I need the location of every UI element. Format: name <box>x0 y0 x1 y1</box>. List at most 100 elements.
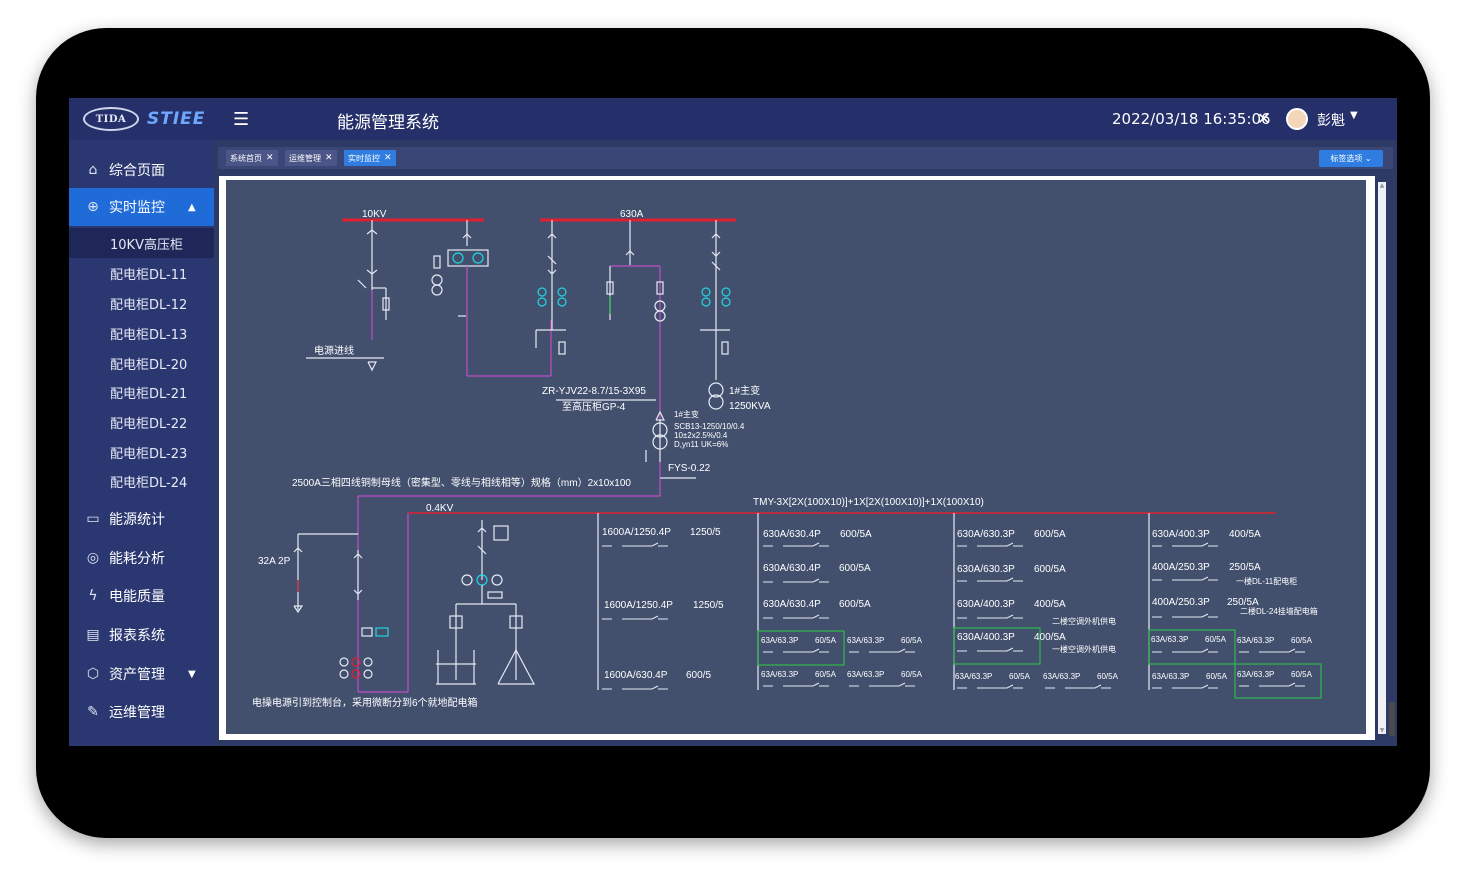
sidebar-subitem-dl21[interactable]: 配电柜DL-21 <box>69 377 214 407</box>
breaker-rating: 630A/400.3P <box>1152 529 1210 540</box>
small-breaker-rating: 63A/63.3P <box>761 670 798 679</box>
fullscreen-icon[interactable]: ✕ <box>1257 109 1270 128</box>
sidebar-item-energy-analysis[interactable]: ◎ 能耗分析 <box>69 539 214 577</box>
ct-ratio: 600/5A <box>840 529 872 540</box>
small-ct: 60/5A <box>815 636 837 645</box>
tab-label: 运维管理 <box>289 153 321 163</box>
close-icon[interactable]: ✕ <box>384 153 392 163</box>
ct-ratio: 600/5A <box>1034 529 1066 540</box>
ct-ratio: 250/5A <box>1229 562 1261 573</box>
breaker-rating: 630A/630.3P <box>957 564 1015 575</box>
diagram-svg: 10KV 630A 电源进线 ZR-YJV22-8.7/15-3X95 至高压柜… <box>252 209 1322 709</box>
fys-label: FYS-0.22 <box>668 463 711 474</box>
vertical-scrollbar[interactable]: ▲ ▼ <box>1378 182 1386 734</box>
sidebar-subitem-dl11[interactable]: 配电柜DL-11 <box>69 258 214 288</box>
tab-home[interactable]: 系统首页 ✕ <box>226 150 278 166</box>
breaker-rating: 630A/630.4P <box>763 563 821 574</box>
sidebar-subitem-dl12[interactable]: 配电柜DL-12 <box>69 288 214 318</box>
transformer-name: 1#主变 <box>729 384 760 397</box>
feeder-note: 一楼空调外机供电 <box>1052 644 1116 654</box>
scroll-up-icon[interactable]: ▲ <box>1378 182 1386 189</box>
cube-icon: ⬡ <box>86 666 100 682</box>
sidebar-subitem-10kv[interactable]: 10KV高压柜 <box>69 228 214 258</box>
top-bar: TIDA STIEE ☰ 能源管理系统 2022/03/18 16:35:06 … <box>69 98 1397 140</box>
small-breaker-rating: 63A/63.3P <box>1237 636 1274 645</box>
stats-icon: ▭ <box>86 511 100 527</box>
logo: TIDA STIEE <box>83 106 205 132</box>
sidebar-subitem-dl23[interactable]: 配电柜DL-23 <box>69 437 214 467</box>
ct-ratio: 600/5A <box>839 599 871 610</box>
sidebar-item-reports[interactable]: ▤ 报表系统 <box>69 616 214 654</box>
outgoing-feeder-2 <box>700 220 731 410</box>
sidebar-item-overview[interactable]: ⌂ 综合页面 <box>69 151 214 189</box>
close-icon[interactable]: ✕ <box>325 153 333 163</box>
transformer-spec-1: SCB13-1250/10/0.4 <box>674 422 745 431</box>
ct-ratio: 600/5 <box>686 670 711 681</box>
user-dropdown-icon[interactable]: ▼ <box>1350 110 1358 121</box>
scroll-down-icon[interactable]: ▼ <box>1378 727 1386 734</box>
sidebar-item-assets[interactable]: ⬡ 资产管理 ▼ <box>69 655 214 693</box>
username[interactable]: 彭魁 <box>1317 110 1345 130</box>
bus-04kv-label: 0.4KV <box>426 503 454 514</box>
tab-realtime[interactable]: 实时监控 ✕ <box>344 150 396 166</box>
ct-ratio: 600/5A <box>1034 564 1066 575</box>
cable-target-label: 至高压柜GP-4 <box>562 400 626 413</box>
sidebar-item-maintenance[interactable]: ✎ 运维管理 <box>69 693 214 731</box>
sidebar-subitem-dl22[interactable]: 配电柜DL-22 <box>69 407 214 437</box>
sidebar-item-label: 运维管理 <box>109 705 165 721</box>
sidebar-subitem-label: 配电柜DL-21 <box>110 386 188 402</box>
transformer-small-name: 1#主变 <box>674 409 699 419</box>
sidebar-item-label: 电能质量 <box>109 589 165 605</box>
small-breaker-rating: 63A/63.3P <box>1237 670 1274 679</box>
sidebar-subitem-label: 配电柜DL-23 <box>110 446 188 462</box>
tab-bar: 系统首页 ✕ 运维管理 ✕ 实时监控 ✕ 标签选项 ⌄ <box>214 140 1397 174</box>
ct-ratio: 1250/5 <box>690 527 721 538</box>
single-line-diagram: 10KV 630A 电源进线 ZR-YJV22-8.7/15-3X95 至高压柜… <box>226 180 1366 734</box>
ct-ratio: 400/5A <box>1034 632 1066 643</box>
tag-options-button[interactable]: 标签选项 ⌄ <box>1319 150 1383 167</box>
breaker-32a <box>293 533 358 614</box>
small-breaker-rating: 63A/63.3P <box>847 636 884 645</box>
sidebar-item-realtime-monitor[interactable]: ⊕ 实时监控 ▲ <box>69 188 214 226</box>
sidebar-item-label: 能源统计 <box>109 512 165 528</box>
sidebar-subitem-dl13[interactable]: 配电柜DL-13 <box>69 318 214 348</box>
window-edge-handle <box>1389 702 1395 736</box>
sidebar-subitem-label: 配电柜DL-24 <box>110 475 188 491</box>
small-breaker-rating: 63A/63.3P <box>1151 635 1188 644</box>
menu-toggle-icon[interactable]: ☰ <box>233 109 249 130</box>
ct-ratio: 400/5A <box>1229 529 1261 540</box>
capacitor-bank <box>436 520 535 685</box>
ct-ratio: 1250/5 <box>693 600 724 611</box>
breaker-rating: 630A/400.3P <box>957 599 1015 610</box>
column-3: 630A/630.3P 600/5A 630A/630.3P 600/5A 63… <box>957 529 1116 654</box>
feeder-note: 二楼DL-24挂墙配电箱 <box>1240 606 1318 616</box>
breaker-rating: 1600A/630.4P <box>604 670 668 681</box>
app-screen: TIDA STIEE ☰ 能源管理系统 2022/03/18 16:35:06 … <box>69 98 1397 746</box>
sidebar-item-label: 能耗分析 <box>109 551 165 567</box>
busbar-spec: 2500A三相四线铜制母线（密集型、零线与相线相等）规格（mm）2x10x100 <box>292 476 631 489</box>
avatar[interactable] <box>1286 108 1308 130</box>
sidebar-subitem-dl24[interactable]: 配电柜DL-24 <box>69 466 214 496</box>
column-2: 630A/630.4P 600/5A 630A/630.4P 600/5A 63… <box>763 529 872 610</box>
tab-label: 实时监控 <box>348 153 380 163</box>
bolt-icon: ϟ <box>88 588 98 604</box>
sidebar-subitem-label: 配电柜DL-11 <box>110 267 188 283</box>
small-ct: 60/5A <box>1205 635 1227 644</box>
control-power-stack <box>339 550 389 679</box>
logo-emblem: TIDA <box>83 107 139 131</box>
tmy-spec: TMY-3X[2X(100X10)]+1X[2X(100X10)]+1X(100… <box>753 497 984 508</box>
sidebar-subitem-label: 10KV高压柜 <box>110 237 183 253</box>
sidebar: ⌂ 综合页面 ⊕ 实时监控 ▲ 10KV高压柜 配电柜DL-11 配电柜DL-1… <box>69 140 214 746</box>
sidebar-item-energy-stats[interactable]: ▭ 能源统计 <box>69 500 214 538</box>
breaker-32a-label: 32A 2P <box>258 556 291 567</box>
small-ct: 60/5A <box>1206 672 1228 681</box>
sidebar-item-label: 综合页面 <box>109 163 165 179</box>
small-ct: 60/5A <box>1009 672 1031 681</box>
breaker-rating: 1600A/1250.4P <box>604 600 673 611</box>
close-icon[interactable]: ✕ <box>266 153 274 163</box>
tab-maintenance[interactable]: 运维管理 ✕ <box>285 150 337 166</box>
outgoing-columns <box>597 513 1150 690</box>
sidebar-subitem-dl20[interactable]: 配电柜DL-20 <box>69 348 214 378</box>
sidebar-item-power-quality[interactable]: ϟ 电能质量 <box>69 577 214 615</box>
small-ct: 60/5A <box>901 636 923 645</box>
